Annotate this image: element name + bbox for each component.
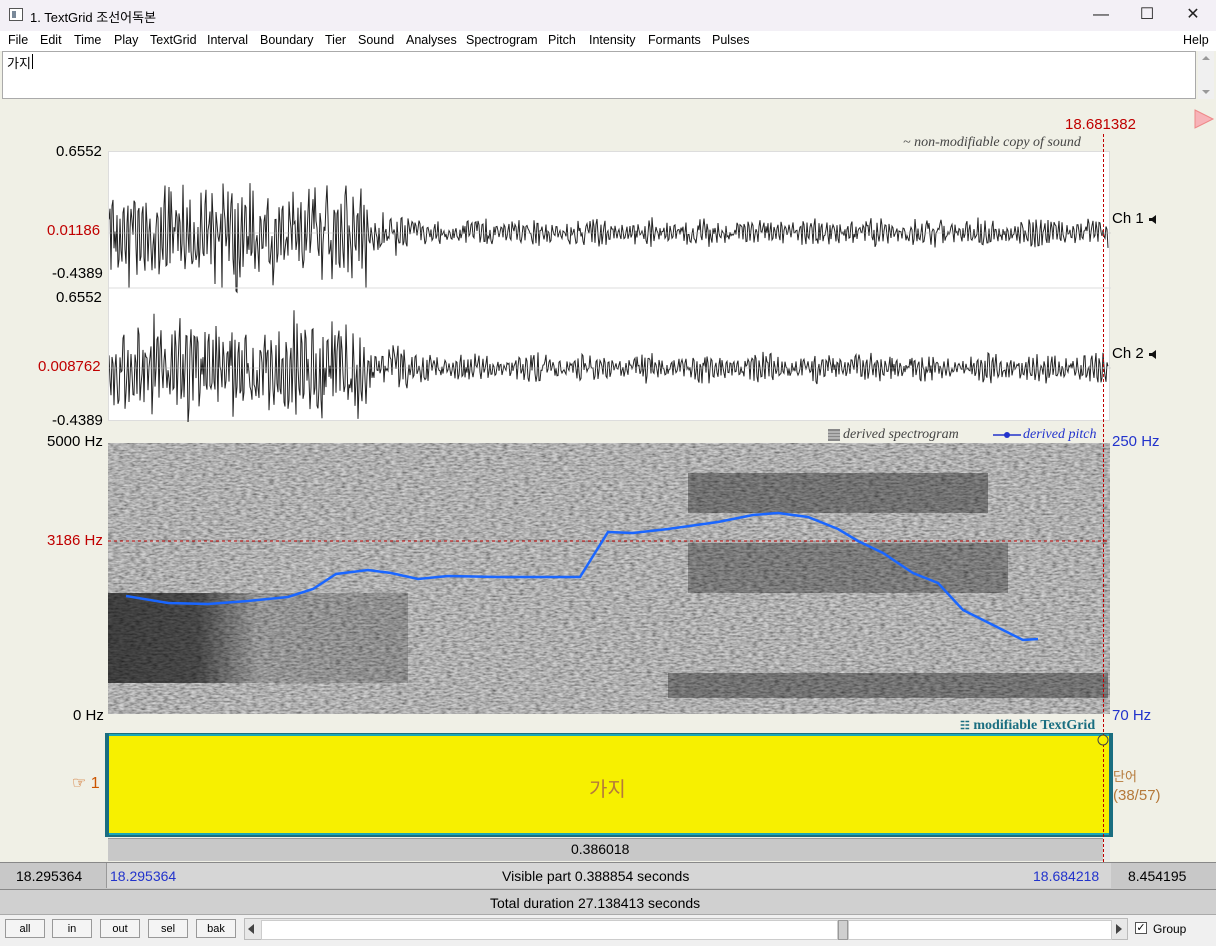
ch2-max: 0.6552 [56,289,102,306]
left-visible-time: 18.295364 [110,868,177,884]
cursor-line [1103,134,1104,862]
sound-note: ~ non-modifiable copy of sound [903,135,1081,150]
play-forward-icon[interactable] [1193,108,1215,130]
tier-selector[interactable]: ☞ 1 [72,773,100,793]
freq-cursor: 3186 Hz [47,532,103,549]
zoom-sel-button[interactable]: sel [148,919,188,938]
zoom-back-button[interactable]: bak [196,919,236,938]
selection-bar-end [1104,838,1110,860]
menu-pitch[interactable]: Pitch [548,33,576,47]
menu-help[interactable]: Help [1183,33,1209,47]
textgrid-note-text: modifiable TextGrid [973,718,1096,733]
waveform-trace [108,310,1109,424]
interval-text: 가지 [589,779,626,801]
spectrogram-legend: derived spectrogram [843,427,959,442]
time-scrollbar[interactable] [244,918,1128,940]
selection-bar[interactable]: 0.386018 [108,838,1103,861]
group-label: Group [1153,922,1187,936]
tier-name[interactable]: 단어 [1113,766,1137,785]
scroll-right-icon[interactable] [1115,924,1123,934]
pitch-legend-icon [993,432,1021,438]
close-button[interactable]: ✕ [1170,0,1216,31]
right-outer-time: 8.454195 [1128,868,1187,884]
menu-pulses[interactable]: Pulses [712,33,750,47]
speaker-icon[interactable] [1148,349,1160,360]
zoom-in-button[interactable]: in [52,919,92,938]
pitch-min: 70 Hz [1112,707,1152,724]
ch2-min: -0.4389 [52,412,103,429]
menu-edit[interactable]: Edit [40,33,62,47]
interval-text-field[interactable]: 가지 [2,51,1196,99]
waveform-panel[interactable] [108,151,1111,424]
scroll-left-icon[interactable] [247,924,255,934]
scroll-track-right[interactable] [848,920,1112,940]
freq-min: 0 Hz [73,707,104,724]
scroll-track-left[interactable] [261,920,838,940]
menu-boundary[interactable]: Boundary [260,33,314,47]
cursor-time: 18.681382 [1065,116,1136,133]
left-outer-time: 18.295364 [16,868,83,884]
ch1-label[interactable]: Ch 1 [1112,210,1160,227]
menu-spectrogram[interactable]: Spectrogram [466,33,538,47]
pointing-hand-icon: ☞ [72,775,87,792]
freq-max: 5000 Hz [47,433,103,450]
spectrogram-legend-icon [828,429,840,441]
title-bar: 1. TextGrid 조선어독본 — ☐ ✕ [0,0,1216,32]
minimize-button[interactable]: — [1078,0,1124,31]
text-field-value: 가지 [7,56,31,71]
pitch-max: 250 Hz [1112,433,1160,450]
menu-tier[interactable]: Tier [325,33,346,47]
menu-formants[interactable]: Formants [648,33,701,47]
waveform-trace [108,183,1109,294]
zoom-out-button[interactable]: out [100,919,140,938]
app-icon [9,8,23,21]
left-outer-cell[interactable]: 18.295364 [0,863,106,888]
spectrogram-panel[interactable] [108,443,1110,714]
total-duration: Total duration 27.138413 seconds [490,895,701,911]
menu-time[interactable]: Time [74,33,101,47]
zoom-all-button[interactable]: all [5,919,45,938]
spectrogram-drawing [108,443,1110,714]
menu-play[interactable]: Play [114,33,138,47]
ch1-mid: 0.01186 [47,222,101,239]
total-duration-row[interactable]: Total duration 27.138413 seconds [0,889,1216,915]
menu-bar: File Edit Time Play TextGrid Interval Bo… [0,31,1216,51]
maximize-button[interactable]: ☐ [1124,0,1170,31]
text-scrollbar[interactable] [1198,51,1214,99]
ch2-label[interactable]: Ch 2 [1112,345,1160,362]
selection-duration: 0.386018 [571,841,630,857]
menu-interval[interactable]: Interval [207,33,248,47]
right-outer-cell[interactable]: 8.454195 [1111,863,1216,888]
window-title: 1. TextGrid 조선어독본 [30,10,157,25]
visible-part-text: Visible part 0.388854 seconds [502,868,690,884]
menu-file[interactable]: File [8,33,28,47]
scroll-arrows-icon [1202,56,1210,94]
selected-interval[interactable]: 가지 [109,734,1109,835]
ch1-label-text: Ch 1 [1112,210,1144,227]
ch2-label-text: Ch 2 [1112,345,1144,362]
right-visible-time: 18.684218 [1033,868,1100,884]
menu-analyses[interactable]: Analyses [406,33,457,47]
scroll-thumb[interactable] [838,920,848,940]
group-checkbox[interactable]: ✓ [1135,922,1147,934]
speaker-icon[interactable] [1148,214,1160,225]
pitch-legend: derived pitch [1023,427,1097,442]
menu-sound[interactable]: Sound [358,33,394,47]
ch1-max: 0.6552 [56,143,102,160]
tier-number: 1 [90,775,100,792]
waveform-drawing [108,183,1111,424]
ch2-mid: 0.008762 [38,358,101,375]
textgrid-icon: ☷ [960,720,970,732]
ch1-min: -0.4389 [52,265,103,282]
text-caret [32,54,33,69]
textgrid-note: ☷ modifiable TextGrid [960,718,1095,734]
tier-count: (38/57) [1113,787,1161,804]
boundary-handle-icon[interactable] [1096,733,1110,747]
menu-textgrid[interactable]: TextGrid [150,33,197,47]
visible-part-cell[interactable]: 18.295364 Visible part 0.388854 seconds … [106,863,1112,888]
menu-intensity[interactable]: Intensity [589,33,636,47]
